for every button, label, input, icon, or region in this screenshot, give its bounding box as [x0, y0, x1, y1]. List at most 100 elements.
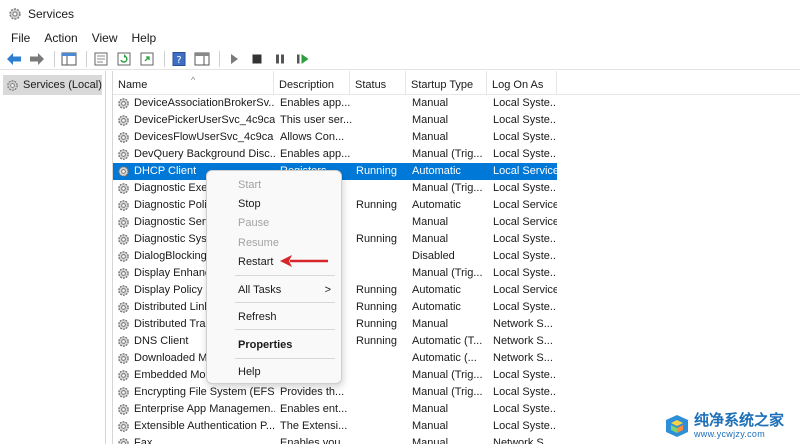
refresh-button[interactable] — [114, 50, 134, 68]
back-button[interactable] — [4, 50, 24, 68]
services-gear-icon — [7, 79, 18, 91]
menu-separator — [235, 275, 335, 276]
menu-item-stop[interactable]: Stop — [207, 195, 343, 213]
service-gear-icon — [118, 115, 129, 126]
restart-service-button[interactable] — [293, 50, 313, 68]
service-name: Diagnostic Poli... — [134, 199, 216, 211]
menu-item-all-tasks[interactable]: All Tasks > — [207, 281, 343, 299]
menu-item-start[interactable]: Start — [207, 176, 343, 194]
service-log-on-as: Local Syste... — [493, 148, 557, 160]
menu-item-resume[interactable]: Resume — [207, 234, 343, 252]
service-status — [356, 248, 408, 265]
service-gear-icon — [118, 336, 129, 347]
forward-button[interactable] — [27, 50, 47, 68]
service-startup-type: Manual — [412, 318, 449, 330]
properties-button[interactable] — [91, 50, 111, 68]
service-name: DevicePickerUserSvc_4c9ca — [134, 114, 275, 126]
service-name-cell: DevQuery Background Disc... — [117, 146, 275, 163]
column-header-name[interactable]: Name ^ — [113, 71, 274, 95]
service-status: Running — [356, 233, 397, 245]
service-name: Extensible Authentication P... — [134, 420, 275, 432]
service-status — [356, 367, 408, 384]
menu-item-refresh[interactable]: Refresh — [207, 308, 343, 326]
services-gear-icon — [9, 8, 21, 20]
table-row[interactable]: DevicesFlowUserSvc_4c9ca Allows Con... Man… — [113, 129, 800, 146]
service-name: Fax — [134, 437, 153, 444]
column-header-startup-type[interactable]: Startup Type — [406, 71, 487, 95]
table-row[interactable]: DevicePickerUserSvc_4c9ca This user ser..… — [113, 112, 800, 129]
chevron-right-icon: > — [324, 284, 331, 296]
service-name: DHCP Client — [134, 165, 197, 177]
service-name-cell: Fax — [117, 435, 275, 444]
service-name: Downloaded M... — [134, 352, 217, 364]
service-name: DevicesFlowUserSvc_4c9ca — [134, 131, 274, 143]
service-log-on-as: Local Service — [493, 199, 557, 211]
service-gear-icon — [118, 132, 129, 143]
service-name-cell: DevicesFlowUserSvc_4c9ca — [117, 129, 275, 146]
service-name-cell: Encrypting File System (EFS) — [117, 384, 275, 401]
service-startup-type: Manual (Trig... — [412, 386, 483, 398]
table-row[interactable]: DeviceAssociationBrokerSv... Enables app.… — [113, 95, 800, 112]
menu-item-properties[interactable]: Properties — [207, 336, 343, 354]
service-startup-type: Manual (Trig... — [412, 369, 483, 381]
service-log-on-as: Local Service — [493, 216, 557, 228]
menu-item-help[interactable]: Help — [207, 363, 343, 381]
service-log-on-as: Local Syste... — [493, 420, 557, 432]
menu-separator — [235, 329, 335, 330]
service-startup-type: Manual (Trig... — [412, 182, 483, 194]
service-log-on-as: Local Syste... — [493, 250, 557, 262]
column-header-log-on-as[interactable]: Log On As — [487, 71, 557, 95]
service-description: Enables ent... — [280, 403, 348, 415]
service-status — [356, 418, 408, 435]
pause-service-button[interactable] — [270, 50, 290, 68]
table-row[interactable]: DevQuery Background Disc... Enables app..… — [113, 146, 800, 163]
service-name: DeviceAssociationBrokerSv... — [134, 97, 275, 109]
stop-service-button[interactable] — [247, 50, 267, 68]
service-startup-type: Manual — [412, 131, 449, 143]
start-service-button[interactable] — [224, 50, 244, 68]
service-startup-type: Manual (Trig... — [412, 148, 483, 160]
pause-icon — [276, 54, 284, 63]
service-status: Running — [356, 318, 397, 330]
watermark-logo-icon — [666, 415, 688, 437]
service-startup-type: Automatic (T... — [412, 335, 483, 347]
service-startup-type: Manual — [412, 420, 449, 432]
toolbar-separator — [86, 50, 87, 67]
service-gear-icon — [118, 302, 129, 313]
toolbar-separator — [54, 50, 55, 67]
service-name: DialogBlocking... — [134, 250, 216, 262]
sort-ascending-icon: ^ — [191, 75, 196, 85]
service-description: Provides th... — [280, 386, 345, 398]
service-gear-icon — [118, 353, 129, 364]
help-button[interactable]: ? — [169, 50, 189, 68]
service-status: Running — [356, 284, 397, 296]
service-status — [356, 350, 408, 367]
table-row[interactable]: Encrypting File System (EFS) Provides th.… — [113, 384, 800, 401]
show-hide-console-tree-icon — [61, 52, 77, 65]
refresh-icon — [117, 52, 131, 65]
service-gear-icon — [118, 404, 129, 415]
export-list-icon — [140, 52, 154, 65]
export-list-button[interactable] — [137, 50, 157, 68]
service-log-on-as: Local Syste... — [493, 386, 557, 398]
menu-item-all-tasks-label: All Tasks — [238, 284, 282, 296]
column-header-status[interactable]: Status — [350, 71, 406, 95]
context-menu: Start Stop Pause Resume Restart All Task… — [206, 170, 342, 384]
help-icon: ? — [172, 51, 186, 66]
play-icon — [231, 53, 238, 64]
menu-item-pause[interactable]: Pause — [207, 214, 343, 232]
tree-item-services-local[interactable]: Services (Local) — [3, 75, 102, 95]
menu-file[interactable]: File — [4, 28, 37, 48]
service-status — [356, 214, 408, 231]
service-log-on-as: Network S... — [493, 335, 553, 347]
column-header-description[interactable]: Description — [274, 71, 350, 95]
svg-text:?: ? — [176, 55, 181, 66]
menu-view[interactable]: View — [85, 28, 125, 48]
service-log-on-as: Local Syste... — [493, 403, 557, 415]
show-hide-action-pane-button[interactable] — [192, 50, 212, 68]
show-hide-console-tree-button[interactable] — [59, 50, 79, 68]
menu-help[interactable]: Help — [125, 28, 164, 48]
service-log-on-as: Local Service — [493, 165, 557, 177]
service-log-on-as: Local Syste... — [493, 131, 557, 143]
menu-action[interactable]: Action — [37, 28, 84, 48]
